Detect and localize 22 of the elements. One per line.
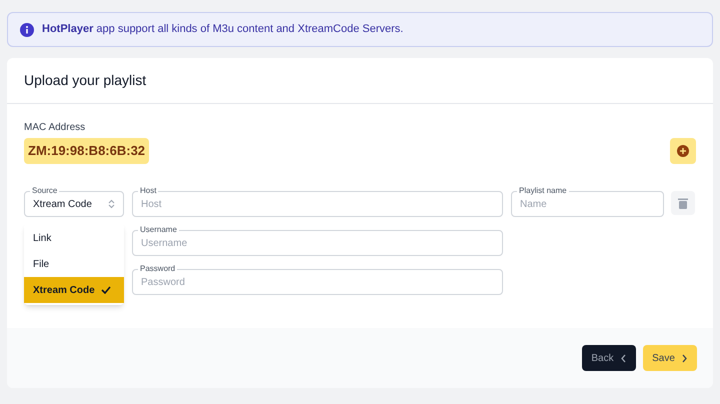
info-icon [20,22,34,36]
chevron-icon [620,354,627,362]
dropdown-option[interactable]: Xtream Code [24,277,124,303]
info-text: HotPlayer app support all kinds of M3u content and XtreamCode Servers. [42,22,404,38]
chevron-up-down-icon [108,199,115,209]
trash-icon [678,198,688,208]
field-label: Host [138,187,158,195]
dropdown-option[interactable]: Link [24,225,124,251]
plus-icon [677,145,689,157]
check-icon [100,286,111,294]
playlist-name-label: Playlist name [517,187,569,195]
dropdown-option[interactable]: File [24,251,124,277]
field-label: Password [138,265,178,273]
back-button[interactable]: Back [582,345,636,371]
field-label: Username [138,226,179,234]
source-label: Source [30,187,60,195]
mac-address-label: MAC Address [24,121,86,135]
add-button[interactable] [670,138,696,164]
chevron-icon [680,354,688,362]
card-title: Upload your playlist [24,71,146,90]
mac-address-value: ZM:19:98:B8:6B:32 [24,138,150,164]
save-button[interactable]: Save [643,345,697,371]
